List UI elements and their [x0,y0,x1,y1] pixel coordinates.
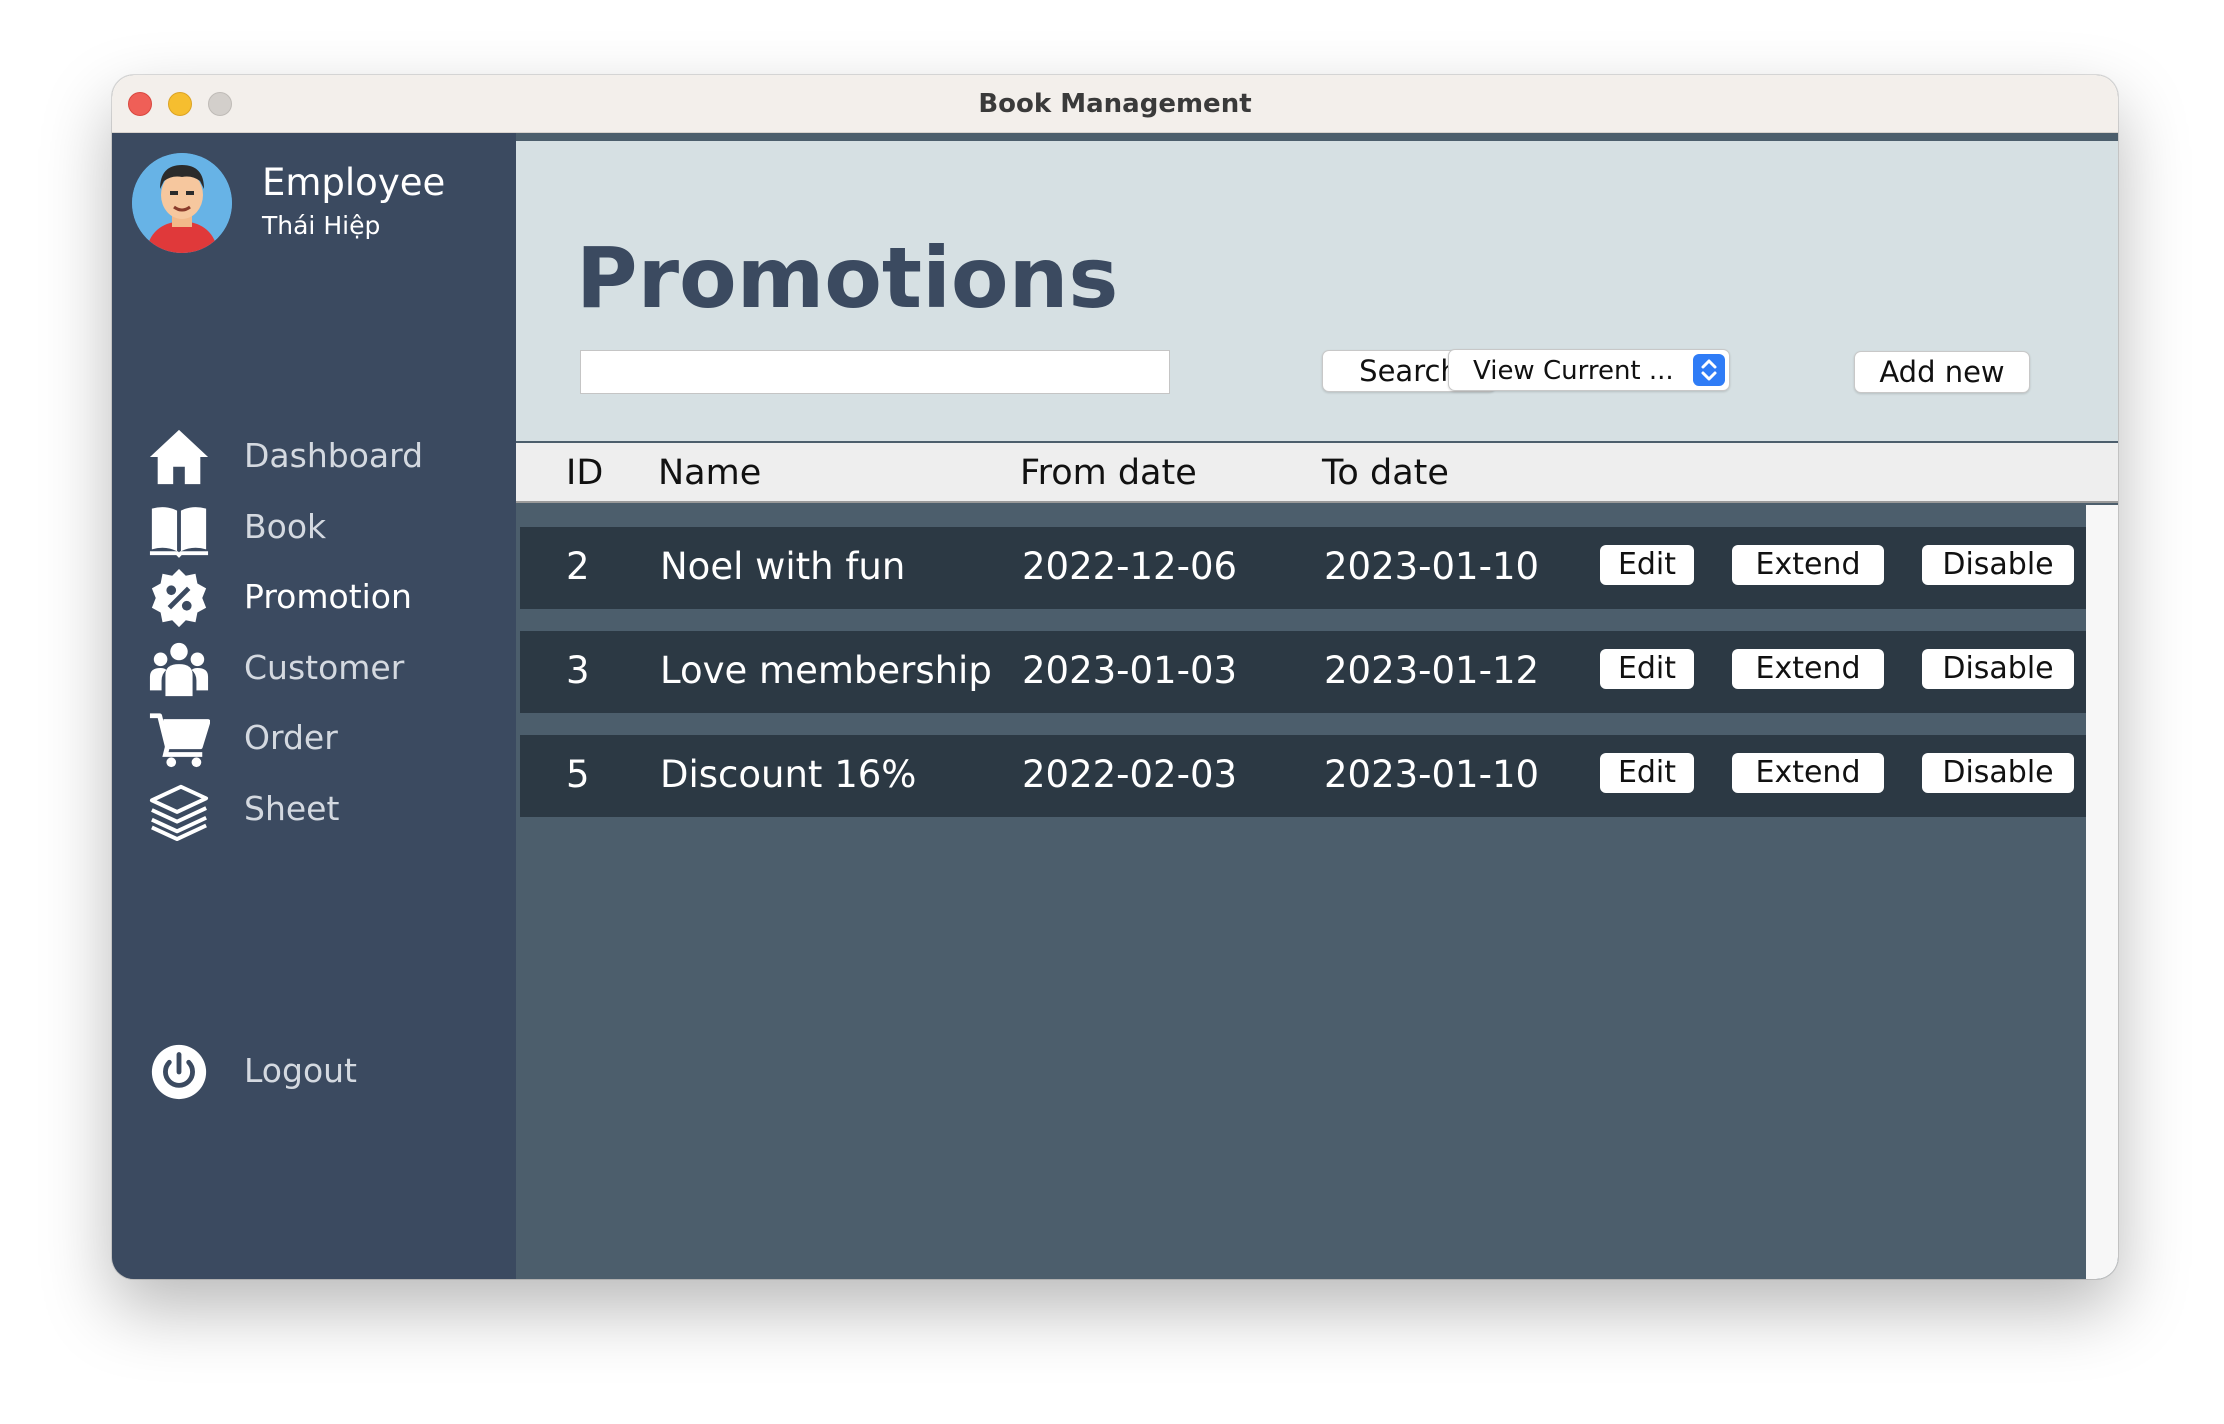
disable-button[interactable]: Disable [1922,545,2074,585]
row-to-date: 2023-01-12 [1324,649,1540,692]
promotion-badge-icon [151,568,207,628]
sidebar-item-label: Promotion [244,577,412,616]
sidebar-item-label: Order [244,718,338,757]
sidebar-item-order[interactable]: Order [148,702,488,772]
row-from-date: 2023-01-03 [1022,649,1238,692]
edit-button[interactable]: Edit [1600,649,1694,689]
book-icon [149,507,209,558]
chevron-updown-icon [1693,354,1725,386]
row-name: Discount 16% [660,753,917,796]
row-id: 5 [566,753,590,796]
view-filter-select[interactable]: View Current ... [1448,349,1730,391]
sidebar-item-sheet[interactable]: Sheet [148,773,488,843]
home-icon [149,429,209,485]
extend-button[interactable]: Extend [1732,649,1884,689]
table-body: 2 Noel with fun 2022-12-06 2023-01-10 Ed… [516,505,2118,1279]
add-new-button[interactable]: Add new [1854,351,2030,393]
cart-icon [149,713,210,768]
row-name: Love membership [660,649,992,692]
layers-icon [149,784,209,841]
extend-button[interactable]: Extend [1732,545,1884,585]
logout-label: Logout [244,1051,357,1090]
sidebar: Employee Thái Hiệp Dashboard Book Promot… [112,133,516,1279]
view-filter-value: View Current ... [1473,356,1674,386]
sidebar-item-label: Sheet [244,789,340,828]
row-to-date: 2023-01-10 [1324,753,1540,796]
row-from-date: 2022-12-06 [1022,545,1238,588]
row-id: 3 [566,649,590,692]
sidebar-item-label: Book [244,507,327,546]
power-icon [151,1044,207,1100]
sidebar-item-dashboard[interactable]: Dashboard [148,420,488,490]
sidebar-item-label: Customer [244,648,405,687]
user-role: Employee [262,161,446,204]
sidebar-item-customer[interactable]: Customer [148,632,488,702]
edit-button[interactable]: Edit [1600,545,1694,585]
column-header-name: Name [658,453,762,493]
vertical-scrollbar[interactable] [2086,505,2118,1279]
row-to-date: 2023-01-10 [1324,545,1540,588]
column-header-from-date: From date [1020,453,1197,493]
user-name: Thái Hiệp [262,211,381,240]
column-header-id: ID [566,453,604,493]
row-id: 2 [566,545,590,588]
sidebar-item-promotion[interactable]: Promotion [148,561,488,631]
users-icon [149,642,209,697]
logout-button[interactable]: Logout [148,1035,488,1105]
title-bar: Book Management [112,75,2118,133]
avatar [132,153,232,253]
table-header: ID Name From date To date [516,443,2118,503]
main-header: Promotions Search View Current ... Add n… [516,141,2118,441]
table-row: 5 Discount 16% 2022-02-03 2023-01-10 Edi… [520,735,2086,817]
extend-button[interactable]: Extend [1732,753,1884,793]
row-from-date: 2022-02-03 [1022,753,1238,796]
row-name: Noel with fun [660,545,906,588]
app-window: Book Management Employee Thái Hiệp Dashb… [112,75,2118,1279]
avatar-person-icon [132,153,232,253]
search-input[interactable] [580,350,1170,394]
table-row: 3 Love membership 2023-01-03 2023-01-12 … [520,631,2086,713]
page-title: Promotions [576,229,1119,327]
sidebar-item-book[interactable]: Book [148,491,488,561]
disable-button[interactable]: Disable [1922,753,2074,793]
edit-button[interactable]: Edit [1600,753,1694,793]
window-title: Book Management [978,89,1252,119]
column-header-to-date: To date [1322,453,1449,493]
disable-button[interactable]: Disable [1922,649,2074,689]
sidebar-item-label: Dashboard [244,436,424,475]
table-row: 2 Noel with fun 2022-12-06 2023-01-10 Ed… [520,527,2086,609]
